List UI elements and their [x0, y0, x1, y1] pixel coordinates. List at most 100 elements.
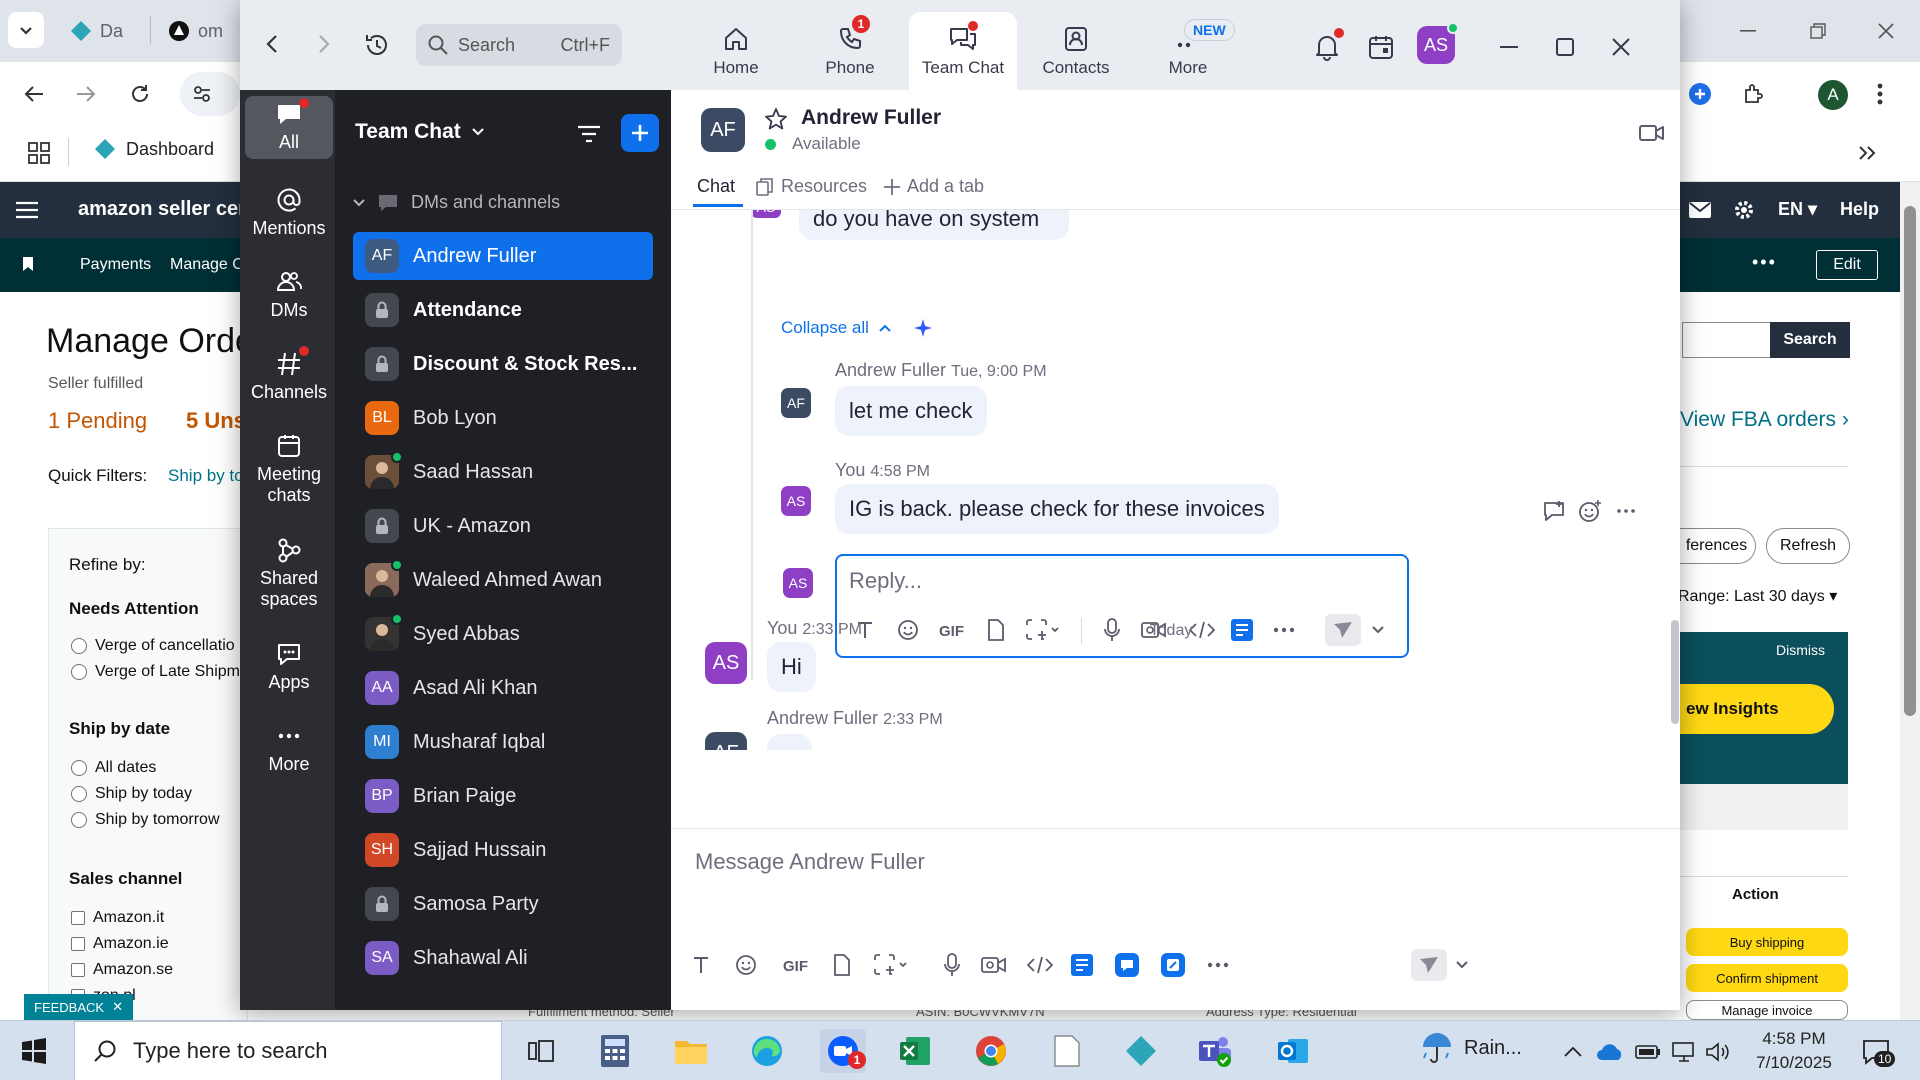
forward-chevron-icon[interactable] — [310, 30, 338, 58]
minimize-icon[interactable] — [1492, 30, 1526, 64]
file-icon[interactable] — [833, 949, 851, 981]
refresh-button[interactable]: Refresh — [1766, 528, 1850, 564]
reload-icon[interactable] — [124, 78, 156, 110]
menu-kebab-icon[interactable] — [1870, 78, 1890, 110]
filter-ship-today[interactable]: Ship by today — [71, 785, 192, 803]
channel-item-uk-amazon[interactable]: UK - Amazon — [353, 502, 653, 550]
send-icon[interactable] — [1411, 949, 1447, 981]
tab-contacts[interactable]: Contacts — [1021, 12, 1131, 90]
calculator-icon[interactable] — [592, 1029, 638, 1073]
apps-grid-icon[interactable] — [26, 140, 52, 166]
message-composer[interactable]: Message Andrew Fuller GIF — [671, 828, 1680, 1010]
filter-amazon-ie[interactable]: Amazon.ie — [71, 935, 169, 953]
text-format-icon[interactable] — [691, 949, 711, 981]
composer-placeholder[interactable]: Message Andrew Fuller — [695, 849, 925, 875]
screenshot-icon[interactable] — [873, 949, 907, 981]
back-arrow-icon[interactable] — [18, 78, 50, 110]
rail-dms[interactable]: DMs — [245, 262, 333, 327]
channel-item-samosa-party[interactable]: Samosa Party — [353, 880, 653, 928]
profile-avatar[interactable]: A — [1818, 80, 1848, 110]
tab-more[interactable]: NEW More — [1133, 12, 1243, 90]
notification-center-icon[interactable]: 10 — [1856, 1035, 1896, 1069]
user-avatar[interactable]: AS — [1417, 22, 1459, 64]
message-bubble[interactable]: do you have on system — [799, 210, 1069, 240]
video-call-icon[interactable] — [1637, 120, 1667, 146]
team-chat-dropdown[interactable]: Team Chat — [355, 120, 485, 144]
tab-phone[interactable]: 1 Phone — [795, 12, 905, 90]
collapse-all-link[interactable]: Collapse all — [781, 318, 933, 338]
rail-apps[interactable]: Apps — [245, 634, 333, 699]
gif-icon[interactable]: GIF — [783, 949, 811, 981]
close-icon[interactable]: ✕ — [112, 999, 123, 1015]
rail-mentions[interactable]: Mentions — [245, 180, 333, 245]
excel-icon[interactable] — [892, 1029, 938, 1073]
message-more-icon[interactable] — [1615, 500, 1637, 522]
feedback-tab[interactable]: FEEDBACK ✕ — [24, 994, 133, 1020]
filter-ship-tomorrow[interactable]: Ship by tomorrow — [71, 811, 220, 829]
system-clock[interactable]: 4:58 PM 7/10/2025 — [1744, 1027, 1844, 1075]
reply-thread-icon[interactable] — [1541, 498, 1567, 524]
order-search-input[interactable] — [1682, 322, 1770, 358]
bookmark-icon[interactable] — [22, 256, 34, 272]
scrollbar-thumb[interactable] — [1904, 206, 1916, 716]
amazon-logo[interactable]: amazon seller centr — [78, 198, 265, 221]
nav-payments[interactable]: Payments — [80, 256, 151, 274]
video-message-icon[interactable] — [981, 949, 1007, 981]
forward-arrow-icon[interactable] — [70, 78, 102, 110]
tab-pending[interactable]: 1 Pending — [48, 408, 147, 434]
rail-all[interactable]: All — [245, 96, 333, 159]
filter-icon[interactable] — [573, 118, 605, 150]
mail-icon[interactable] — [1686, 198, 1714, 222]
edit-button[interactable]: Edit — [1816, 250, 1878, 280]
channel-item-saad-hassan[interactable]: Saad Hassan — [353, 448, 653, 496]
extension-zoom-icon[interactable] — [1682, 76, 1718, 112]
channel-item-waleed-ahmed-awan[interactable]: Waleed Ahmed Awan — [353, 556, 653, 604]
back-chevron-icon[interactable] — [258, 30, 286, 58]
notepad-icon[interactable] — [1044, 1029, 1090, 1073]
channel-item-andrew-fuller[interactable]: AF Andrew Fuller — [353, 232, 653, 280]
tab-team-chat[interactable]: Team Chat — [909, 12, 1017, 90]
browser-minimize-icon[interactable] — [1730, 16, 1766, 46]
history-clock-icon[interactable] — [362, 30, 392, 60]
calendar-icon[interactable] — [1364, 30, 1398, 64]
message-bubble[interactable]: Hi — [767, 642, 816, 692]
maximize-icon[interactable] — [1548, 30, 1582, 64]
message-bubble[interactable]: let me check — [835, 386, 987, 436]
star-icon[interactable] — [763, 106, 789, 132]
filter-verge-cancellation[interactable]: Verge of cancellatio — [71, 637, 235, 655]
language-selector[interactable]: EN ▾ — [1778, 199, 1817, 220]
code-icon[interactable] — [1027, 949, 1053, 981]
rail-more[interactable]: More — [245, 716, 333, 781]
confirm-shipment-button[interactable]: Confirm shipment — [1686, 964, 1848, 992]
chrome-icon[interactable] — [968, 1029, 1014, 1073]
page-scrollbar[interactable] — [1900, 182, 1920, 1020]
edge-browser-icon[interactable] — [744, 1029, 790, 1073]
channel-item-musharaf-iqbal[interactable]: MI Musharaf Iqbal — [353, 718, 653, 766]
tab-search-button[interactable] — [8, 12, 44, 48]
weather-widget[interactable]: Rain... — [1420, 1031, 1522, 1065]
new-chat-plus-button[interactable] — [621, 114, 659, 152]
chevron-up-icon[interactable] — [1562, 1041, 1584, 1063]
windows-start-icon[interactable] — [14, 1035, 54, 1067]
more-dots-icon[interactable]: ••• — [1752, 252, 1777, 273]
channel-item-brian-paige[interactable]: BP Brian Paige — [353, 772, 653, 820]
tab-chat[interactable]: Chat — [697, 176, 735, 197]
whiteboard-app-icon[interactable] — [1161, 949, 1185, 981]
bell-icon[interactable] — [1310, 28, 1344, 64]
channel-item-sajjad-hussain[interactable]: SH Sajjad Hussain — [353, 826, 653, 874]
search-button[interactable]: Search — [1770, 322, 1850, 358]
filter-all-dates[interactable]: All dates — [71, 759, 156, 777]
tab-unshipped[interactable]: 5 Uns — [186, 408, 246, 434]
preferences-button[interactable]: ferences — [1678, 528, 1756, 564]
channel-item-shahawal-ali[interactable]: SA Shahawal Ali — [353, 934, 653, 982]
emoji-icon[interactable] — [735, 949, 757, 981]
outlook-icon[interactable] — [1270, 1029, 1316, 1073]
dashboard-app-icon[interactable] — [1118, 1029, 1164, 1073]
channel-item-attendance[interactable]: Attendance — [353, 286, 653, 334]
filter-amazon-it[interactable]: Amazon.it — [71, 909, 164, 927]
task-view-icon[interactable] — [518, 1029, 564, 1073]
manage-invoice-button[interactable]: Manage invoice — [1686, 1000, 1848, 1020]
view-fba-orders-link[interactable]: View FBA orders › — [1680, 408, 1849, 432]
tab-home[interactable]: Home — [681, 12, 791, 90]
browser-restore-icon[interactable] — [1800, 16, 1836, 46]
